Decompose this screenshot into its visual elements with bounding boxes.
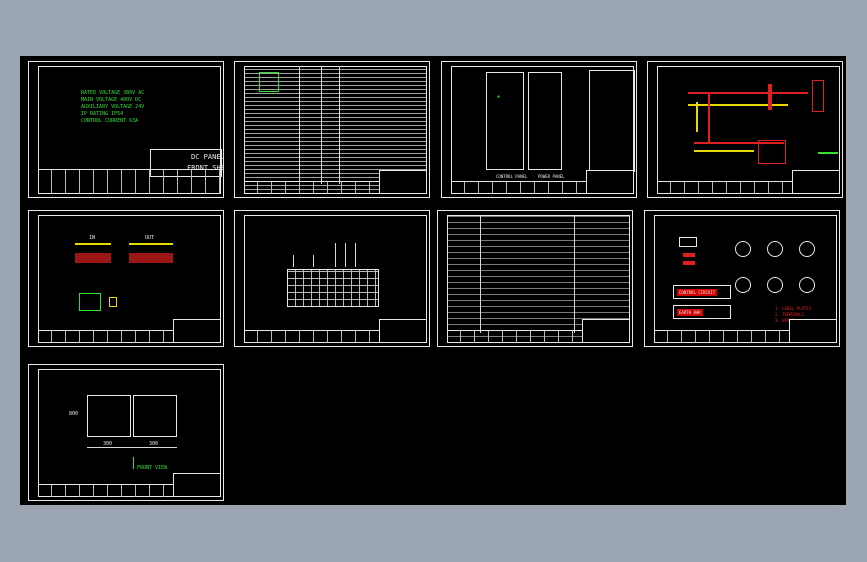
spec-line-2: MAIN VOLTAGE 400V DC bbox=[81, 97, 142, 103]
label-plate bbox=[679, 237, 697, 247]
spec-line-1: RATED VOLTAGE 380V AC bbox=[81, 90, 145, 96]
panel-left bbox=[87, 395, 131, 437]
title-box bbox=[173, 319, 221, 343]
title-box bbox=[173, 473, 221, 497]
sheet-cover[interactable]: RATED VOLTAGE 380V AC MAIN VOLTAGE 400V … bbox=[28, 61, 224, 198]
sheet-terminal[interactable]: IN OUT bbox=[28, 210, 224, 347]
title-box bbox=[582, 319, 630, 343]
view-label-1: CONTROL PANEL bbox=[496, 174, 528, 179]
title-box bbox=[379, 170, 427, 194]
cable-drop bbox=[696, 102, 698, 132]
nameplate-1-text: CONTROL CIRCUIT bbox=[677, 289, 718, 296]
wiring-tick bbox=[345, 243, 346, 267]
cable-run bbox=[688, 104, 788, 106]
terminal-label-in: IN bbox=[89, 235, 96, 241]
view-label-2: POWER PANEL bbox=[538, 174, 565, 179]
busbar-vertical bbox=[708, 92, 710, 142]
sheet-title: DC PANEL bbox=[191, 153, 224, 161]
title-box bbox=[792, 170, 840, 194]
meter-icon bbox=[799, 277, 815, 293]
sheet-parts-list[interactable] bbox=[234, 61, 430, 198]
table-divider bbox=[339, 66, 340, 184]
sheet-schematic[interactable] bbox=[647, 61, 843, 198]
table-divider bbox=[480, 215, 481, 333]
dimension-right: 300 bbox=[149, 441, 159, 447]
cabinet-side bbox=[589, 70, 635, 172]
dimension-left: 300 bbox=[103, 441, 113, 447]
spec-line-4: IP RATING IP54 bbox=[81, 111, 124, 117]
nameplate-2-text: EARTH BAR bbox=[677, 309, 703, 316]
sheet-bom[interactable] bbox=[437, 210, 633, 347]
busbar-main bbox=[688, 92, 808, 94]
spec-line-5: CONTROL CURRENT 63A bbox=[81, 118, 139, 124]
terminal-bar-out bbox=[129, 243, 173, 245]
meter-icon bbox=[735, 277, 751, 293]
ground-lead bbox=[818, 152, 838, 154]
cabinet-marker: ▪ bbox=[497, 94, 501, 100]
cable-lower bbox=[694, 150, 754, 152]
meter-icon bbox=[767, 241, 783, 257]
meter-icon bbox=[767, 277, 783, 293]
view-title: FRONT VIEW bbox=[137, 465, 168, 471]
cabinet-front bbox=[486, 72, 524, 170]
title-box bbox=[379, 319, 427, 343]
spec-line-3: AUXILIARY VOLTAGE 24V bbox=[81, 104, 145, 110]
label-plate-red bbox=[683, 261, 695, 265]
wiring-tick bbox=[313, 255, 314, 267]
dimension-line bbox=[87, 447, 177, 448]
wiring-tick bbox=[335, 243, 336, 267]
view-arrow bbox=[133, 457, 134, 469]
table-divider bbox=[574, 215, 575, 333]
meter-icon bbox=[735, 241, 751, 257]
table-divider bbox=[321, 66, 322, 184]
sheet-panel-layout[interactable]: ▪ CONTROL PANEL POWER PANEL FRONT VIEW bbox=[441, 61, 637, 198]
sheet-labels[interactable]: CONTROL CIRCUIT EARTH BAR 1. LABEL PLATE… bbox=[644, 210, 840, 347]
detail-box bbox=[79, 293, 101, 311]
wiring-grid bbox=[287, 269, 379, 307]
component-box bbox=[812, 80, 824, 112]
wiring-tick bbox=[355, 243, 356, 267]
terminal-bar-in bbox=[75, 243, 111, 245]
terminal-label-out: OUT bbox=[145, 235, 155, 241]
busbar-vertical bbox=[768, 84, 772, 110]
drawing-canvas[interactable]: RATED VOLTAGE 380V AC MAIN VOLTAGE 400V … bbox=[20, 56, 846, 505]
sheet-wiring-table[interactable] bbox=[234, 210, 430, 347]
wiring-tick bbox=[293, 255, 294, 267]
title-box bbox=[789, 319, 837, 343]
component-box bbox=[758, 140, 786, 164]
dimension-height: 800 bbox=[69, 411, 79, 417]
table-divider bbox=[299, 66, 300, 184]
panel-right bbox=[133, 395, 177, 437]
fuse-row-in bbox=[75, 253, 111, 263]
meter-icon bbox=[799, 241, 815, 257]
cabinet-door bbox=[528, 72, 562, 170]
fuse-row-out bbox=[129, 253, 173, 263]
highlight-column bbox=[259, 72, 279, 92]
detail-box bbox=[109, 297, 117, 307]
title-strip bbox=[38, 169, 221, 194]
title-box bbox=[586, 170, 634, 194]
sheet-front-view[interactable]: 300 300 800 FRONT VIEW bbox=[28, 364, 224, 501]
label-plate-red bbox=[683, 253, 695, 257]
